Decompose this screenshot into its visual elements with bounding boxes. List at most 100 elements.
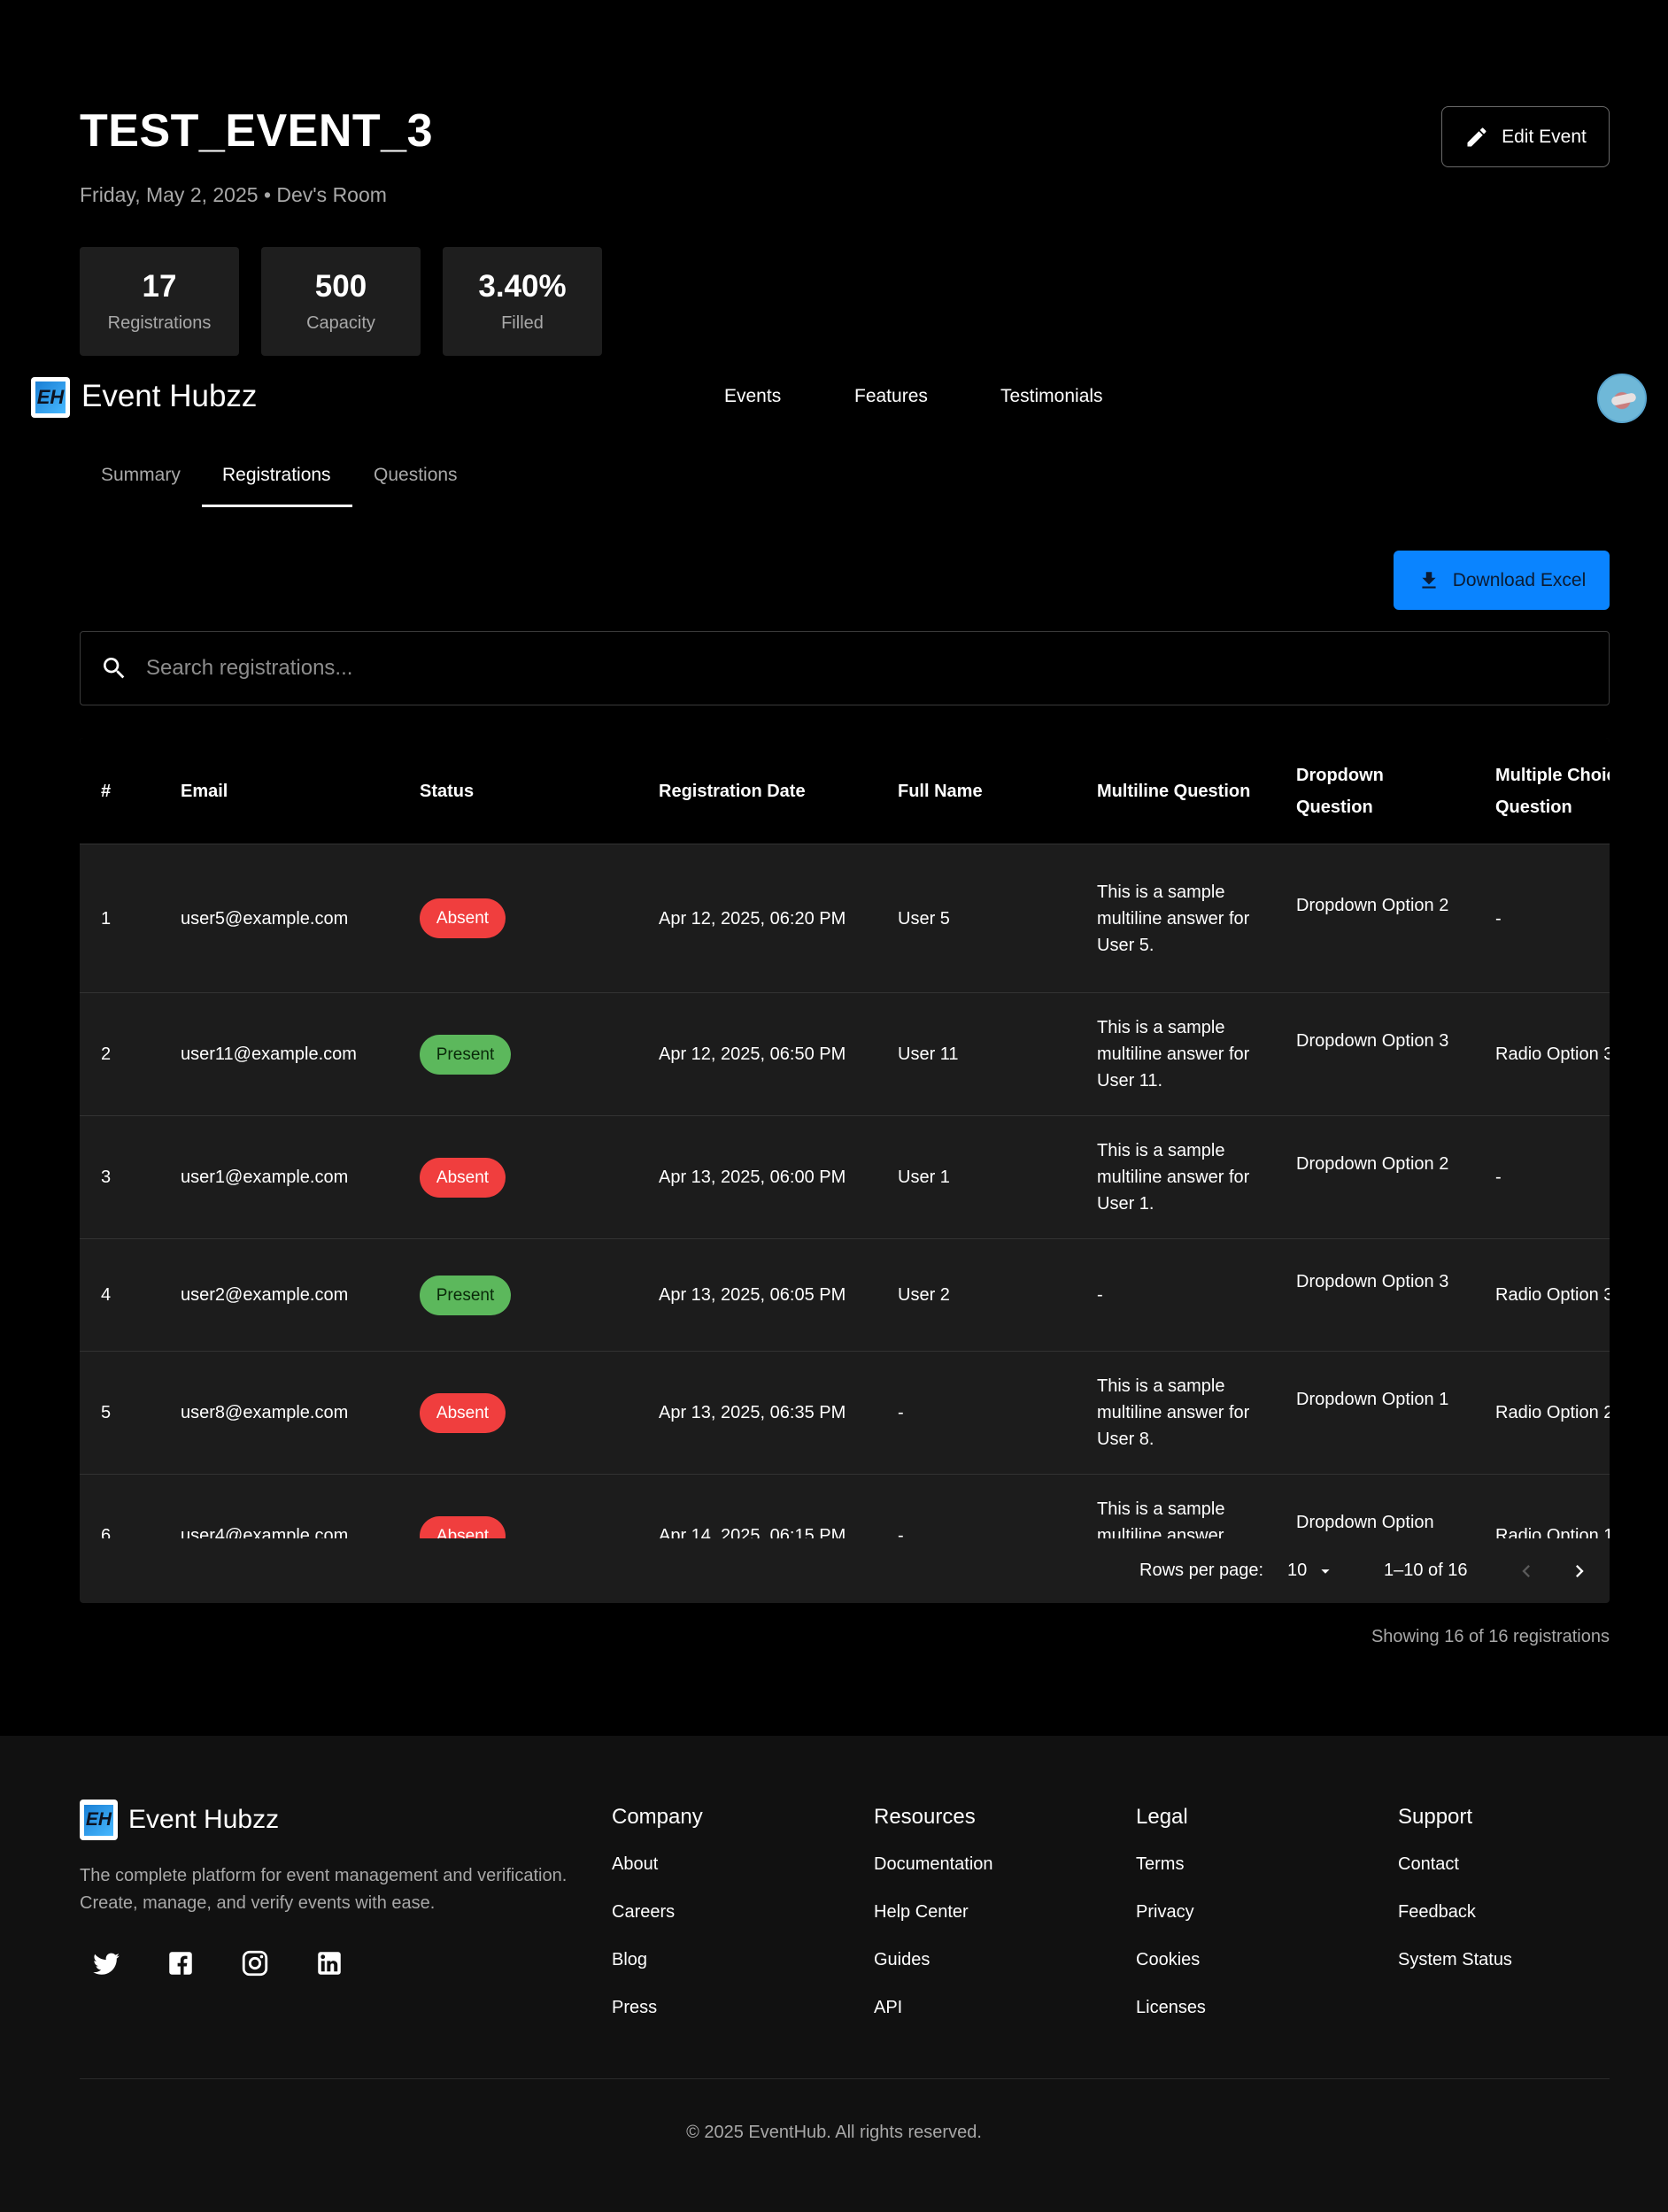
footer-link-press[interactable]: Press bbox=[612, 1998, 703, 2046]
brand-name[interactable]: Event Hubzz bbox=[81, 379, 257, 414]
footer-link-privacy[interactable]: Privacy bbox=[1136, 1902, 1206, 1950]
footer-link-licenses[interactable]: Licenses bbox=[1136, 1998, 1206, 2046]
cell-full-name: User 11 bbox=[898, 1044, 959, 1064]
tab-questions[interactable]: Questions bbox=[374, 465, 458, 486]
brand-logo[interactable]: EH bbox=[31, 377, 70, 418]
footer-divider bbox=[80, 2078, 1610, 2079]
showing-count: Showing 16 of 16 registrations bbox=[1371, 1627, 1610, 1646]
stats-row: 17 Registrations 500 Capacity 3.40% Fill… bbox=[80, 247, 602, 356]
status-badge: Present bbox=[420, 1276, 511, 1315]
edit-event-button[interactable]: Edit Event bbox=[1441, 106, 1610, 167]
cell-multiple-choice: - bbox=[1495, 1168, 1502, 1187]
table-row[interactable]: 6 user4@example.com Absent Apr 14, 2025,… bbox=[80, 1475, 1610, 1538]
tab-registrations[interactable]: Registrations bbox=[222, 465, 331, 486]
twitter-icon[interactable] bbox=[91, 1948, 121, 1978]
stat-capacity: 500 Capacity bbox=[261, 247, 421, 356]
chevron-right-icon[interactable] bbox=[1567, 1559, 1592, 1584]
cell-email: user2@example.com bbox=[181, 1285, 349, 1305]
tab-summary[interactable]: Summary bbox=[101, 465, 181, 486]
footer-col-company: Company About Careers Blog Press bbox=[612, 1805, 703, 2046]
cell-email: user8@example.com bbox=[181, 1403, 349, 1422]
cell-multiline: This is a sample multiline answer for Us… bbox=[1097, 1376, 1250, 1449]
cell-number: 5 bbox=[101, 1403, 112, 1422]
linkedin-icon[interactable] bbox=[314, 1948, 344, 1978]
cell-full-name: User 2 bbox=[898, 1285, 950, 1305]
cell-email: user11@example.com bbox=[181, 1044, 357, 1064]
logo-mark: EH bbox=[35, 382, 66, 413]
cell-number: 6 bbox=[101, 1526, 112, 1538]
col-header-registration-date[interactable]: Registration Date bbox=[659, 775, 806, 807]
cell-date: Apr 13, 2025, 06:00 PM bbox=[659, 1168, 846, 1187]
cell-full-name: User 5 bbox=[898, 909, 950, 929]
table-row[interactable]: 3 user1@example.com Absent Apr 13, 2025,… bbox=[80, 1116, 1610, 1239]
cell-multiple-choice: Radio Option 1 bbox=[1495, 1526, 1610, 1538]
registrations-table: # Email Status Registration Date Full Na… bbox=[80, 738, 1610, 1603]
stat-label: Registrations bbox=[107, 313, 212, 333]
cell-date: Apr 13, 2025, 06:35 PM bbox=[659, 1403, 846, 1422]
table-row[interactable]: 2 user11@example.com Present Apr 12, 202… bbox=[80, 993, 1610, 1116]
footer-link-documentation[interactable]: Documentation bbox=[874, 1854, 993, 1902]
cell-dropdown: Dropdown Option 3 bbox=[1296, 1031, 1449, 1051]
facebook-icon[interactable] bbox=[166, 1948, 196, 1978]
stat-filled: 3.40% Filled bbox=[443, 247, 602, 356]
rows-per-page-label: Rows per page: bbox=[1139, 1561, 1264, 1580]
col-header-multiple-choice[interactable]: Multiple Choice Question bbox=[1495, 759, 1610, 823]
cell-multiline: This is a sample multiline answer for Us… bbox=[1097, 882, 1250, 955]
footer-logo[interactable]: EH bbox=[80, 1800, 118, 1840]
table-row[interactable]: 4 user2@example.com Present Apr 13, 2025… bbox=[80, 1239, 1610, 1352]
cell-number: 2 bbox=[101, 1044, 112, 1064]
footer-link-feedback[interactable]: Feedback bbox=[1398, 1902, 1512, 1950]
cell-full-name: User 1 bbox=[898, 1168, 950, 1187]
footer-link-system-status[interactable]: System Status bbox=[1398, 1950, 1512, 1998]
nav-link-testimonials[interactable]: Testimonials bbox=[1000, 386, 1103, 407]
status-badge: Absent bbox=[420, 898, 506, 938]
col-header-full-name[interactable]: Full Name bbox=[898, 775, 983, 807]
footer-link-blog[interactable]: Blog bbox=[612, 1950, 703, 1998]
footer-link-help-center[interactable]: Help Center bbox=[874, 1902, 993, 1950]
pencil-icon bbox=[1467, 127, 1487, 146]
footer-link-about[interactable]: About bbox=[612, 1854, 703, 1902]
col-header-status[interactable]: Status bbox=[420, 775, 474, 807]
download-excel-button[interactable]: Download Excel bbox=[1394, 551, 1610, 610]
col-header-email[interactable]: Email bbox=[181, 775, 228, 807]
download-icon bbox=[1422, 571, 1436, 589]
footer-link-terms[interactable]: Terms bbox=[1136, 1854, 1206, 1902]
avatar[interactable] bbox=[1597, 374, 1647, 423]
footer-link-careers[interactable]: Careers bbox=[612, 1902, 703, 1950]
footer-col-legal: Legal Terms Privacy Cookies Licenses bbox=[1136, 1805, 1206, 2046]
instagram-icon[interactable] bbox=[240, 1948, 270, 1978]
rows-per-page-select[interactable]: 10 bbox=[1287, 1561, 1335, 1581]
nav-link-features[interactable]: Features bbox=[854, 386, 928, 407]
cell-email: user1@example.com bbox=[181, 1168, 349, 1187]
footer-link-guides[interactable]: Guides bbox=[874, 1950, 993, 1998]
cell-multiline: This is a sample multiline answer for Us… bbox=[1097, 1141, 1250, 1214]
footer-copyright: © 2025 EventHub. All rights reserved. bbox=[686, 2123, 982, 2142]
col-header-number[interactable]: # bbox=[101, 775, 111, 807]
footer-brand: Event Hubzz bbox=[128, 1805, 280, 1834]
search-input[interactable] bbox=[146, 656, 1563, 681]
cell-date: Apr 12, 2025, 06:20 PM bbox=[659, 909, 846, 929]
col-header-multiline[interactable]: Multiline Question bbox=[1097, 775, 1250, 807]
footer-description: The complete platform for event manageme… bbox=[80, 1866, 568, 1913]
caret-down-icon bbox=[1321, 1568, 1330, 1574]
footer-link-api[interactable]: API bbox=[874, 1998, 993, 2046]
col-header-dropdown[interactable]: Dropdown Question bbox=[1296, 759, 1429, 823]
event-title: TEST_EVENT_3 bbox=[80, 105, 434, 157]
cell-email: user4@example.com bbox=[181, 1526, 349, 1538]
cell-multiple-choice: Radio Option 2 bbox=[1495, 1403, 1610, 1422]
footer: EH Event Hubzz The complete platform for… bbox=[0, 1736, 1668, 2212]
cell-multiline: - bbox=[1097, 1285, 1103, 1305]
cell-dropdown: Dropdown Option 2 bbox=[1296, 1154, 1449, 1174]
footer-link-cookies[interactable]: Cookies bbox=[1136, 1950, 1206, 1998]
stat-label: Filled bbox=[501, 313, 544, 333]
status-badge: Absent bbox=[420, 1393, 506, 1433]
table-row[interactable]: 5 user8@example.com Absent Apr 13, 2025,… bbox=[80, 1352, 1610, 1475]
search-icon bbox=[104, 658, 125, 679]
footer-link-contact[interactable]: Contact bbox=[1398, 1854, 1512, 1902]
table-pagination: Rows per page: 10 1–10 of 16 bbox=[80, 1538, 1610, 1603]
table-row[interactable]: 1 user5@example.com Absent Apr 12, 2025,… bbox=[80, 844, 1610, 993]
nav-link-events[interactable]: Events bbox=[724, 386, 781, 407]
stat-registrations: 17 Registrations bbox=[80, 247, 239, 356]
chevron-left-icon[interactable] bbox=[1514, 1559, 1539, 1584]
cell-multiple-choice: Radio Option 3 bbox=[1495, 1044, 1610, 1064]
